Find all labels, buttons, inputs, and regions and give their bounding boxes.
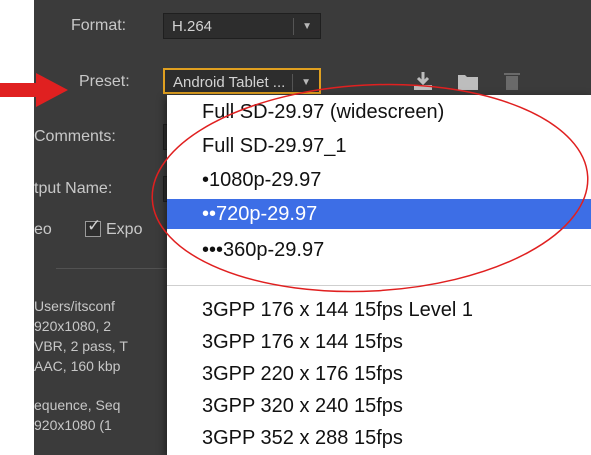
- menu-item[interactable]: 3GPP 220 x 176 15fps: [167, 359, 591, 389]
- preset-value: Android Tablet ...: [173, 74, 286, 91]
- save-preset-icon[interactable]: [456, 70, 480, 92]
- format-label: Format:: [71, 17, 127, 34]
- summary-line: Users/itsconf: [34, 298, 115, 314]
- menu-item-selected[interactable]: ••720p-29.97: [167, 199, 591, 229]
- menu-separator: [167, 285, 591, 286]
- chevron-down-icon: ▼: [302, 21, 312, 32]
- summary-line: 920x1080, 2: [34, 318, 112, 334]
- menu-item[interactable]: •••360p-29.97: [167, 235, 591, 265]
- annotation-arrow-icon: [0, 73, 68, 107]
- preset-select[interactable]: Android Tablet ... ▼: [163, 68, 321, 94]
- menu-item[interactable]: 3GPP 176 x 144 15fps Level 1: [167, 295, 591, 325]
- import-preset-icon[interactable]: [412, 70, 434, 92]
- output-name-label: tput Name:: [34, 180, 113, 197]
- delete-preset-icon[interactable]: [503, 70, 521, 92]
- menu-item[interactable]: 3GPP 320 x 240 15fps: [167, 391, 591, 421]
- menu-item[interactable]: Full SD-29.97 (widescreen): [167, 97, 591, 127]
- preset-dropdown-menu: Full SD-29.97 (widescreen) Full SD-29.97…: [167, 95, 591, 455]
- export-video-section-label: eo: [34, 221, 52, 238]
- summary-line: 920x1080 (1: [34, 417, 112, 433]
- chevron-down-icon: ▼: [301, 77, 311, 88]
- export-video-label: Expo: [106, 221, 143, 238]
- menu-item[interactable]: 3GPP 352 x 288 15fps: [167, 423, 591, 453]
- summary-line: AAC, 160 kbp: [34, 358, 121, 374]
- select-divider: [293, 18, 294, 35]
- comments-label: Comments:: [34, 128, 116, 145]
- summary-line: equence, Seq: [34, 397, 121, 413]
- menu-item[interactable]: 3GPP 176 x 144 15fps: [167, 327, 591, 357]
- format-select[interactable]: H.264 ▼: [163, 13, 321, 39]
- menu-item[interactable]: •1080p-29.97: [167, 165, 591, 195]
- format-value: H.264: [172, 18, 213, 35]
- select-divider: [292, 74, 293, 91]
- preset-label: Preset:: [79, 73, 130, 90]
- menu-item[interactable]: Full SD-29.97_1: [167, 131, 591, 161]
- summary-line: VBR, 2 pass, T: [34, 338, 128, 354]
- checkmark-icon: ✓: [87, 216, 102, 235]
